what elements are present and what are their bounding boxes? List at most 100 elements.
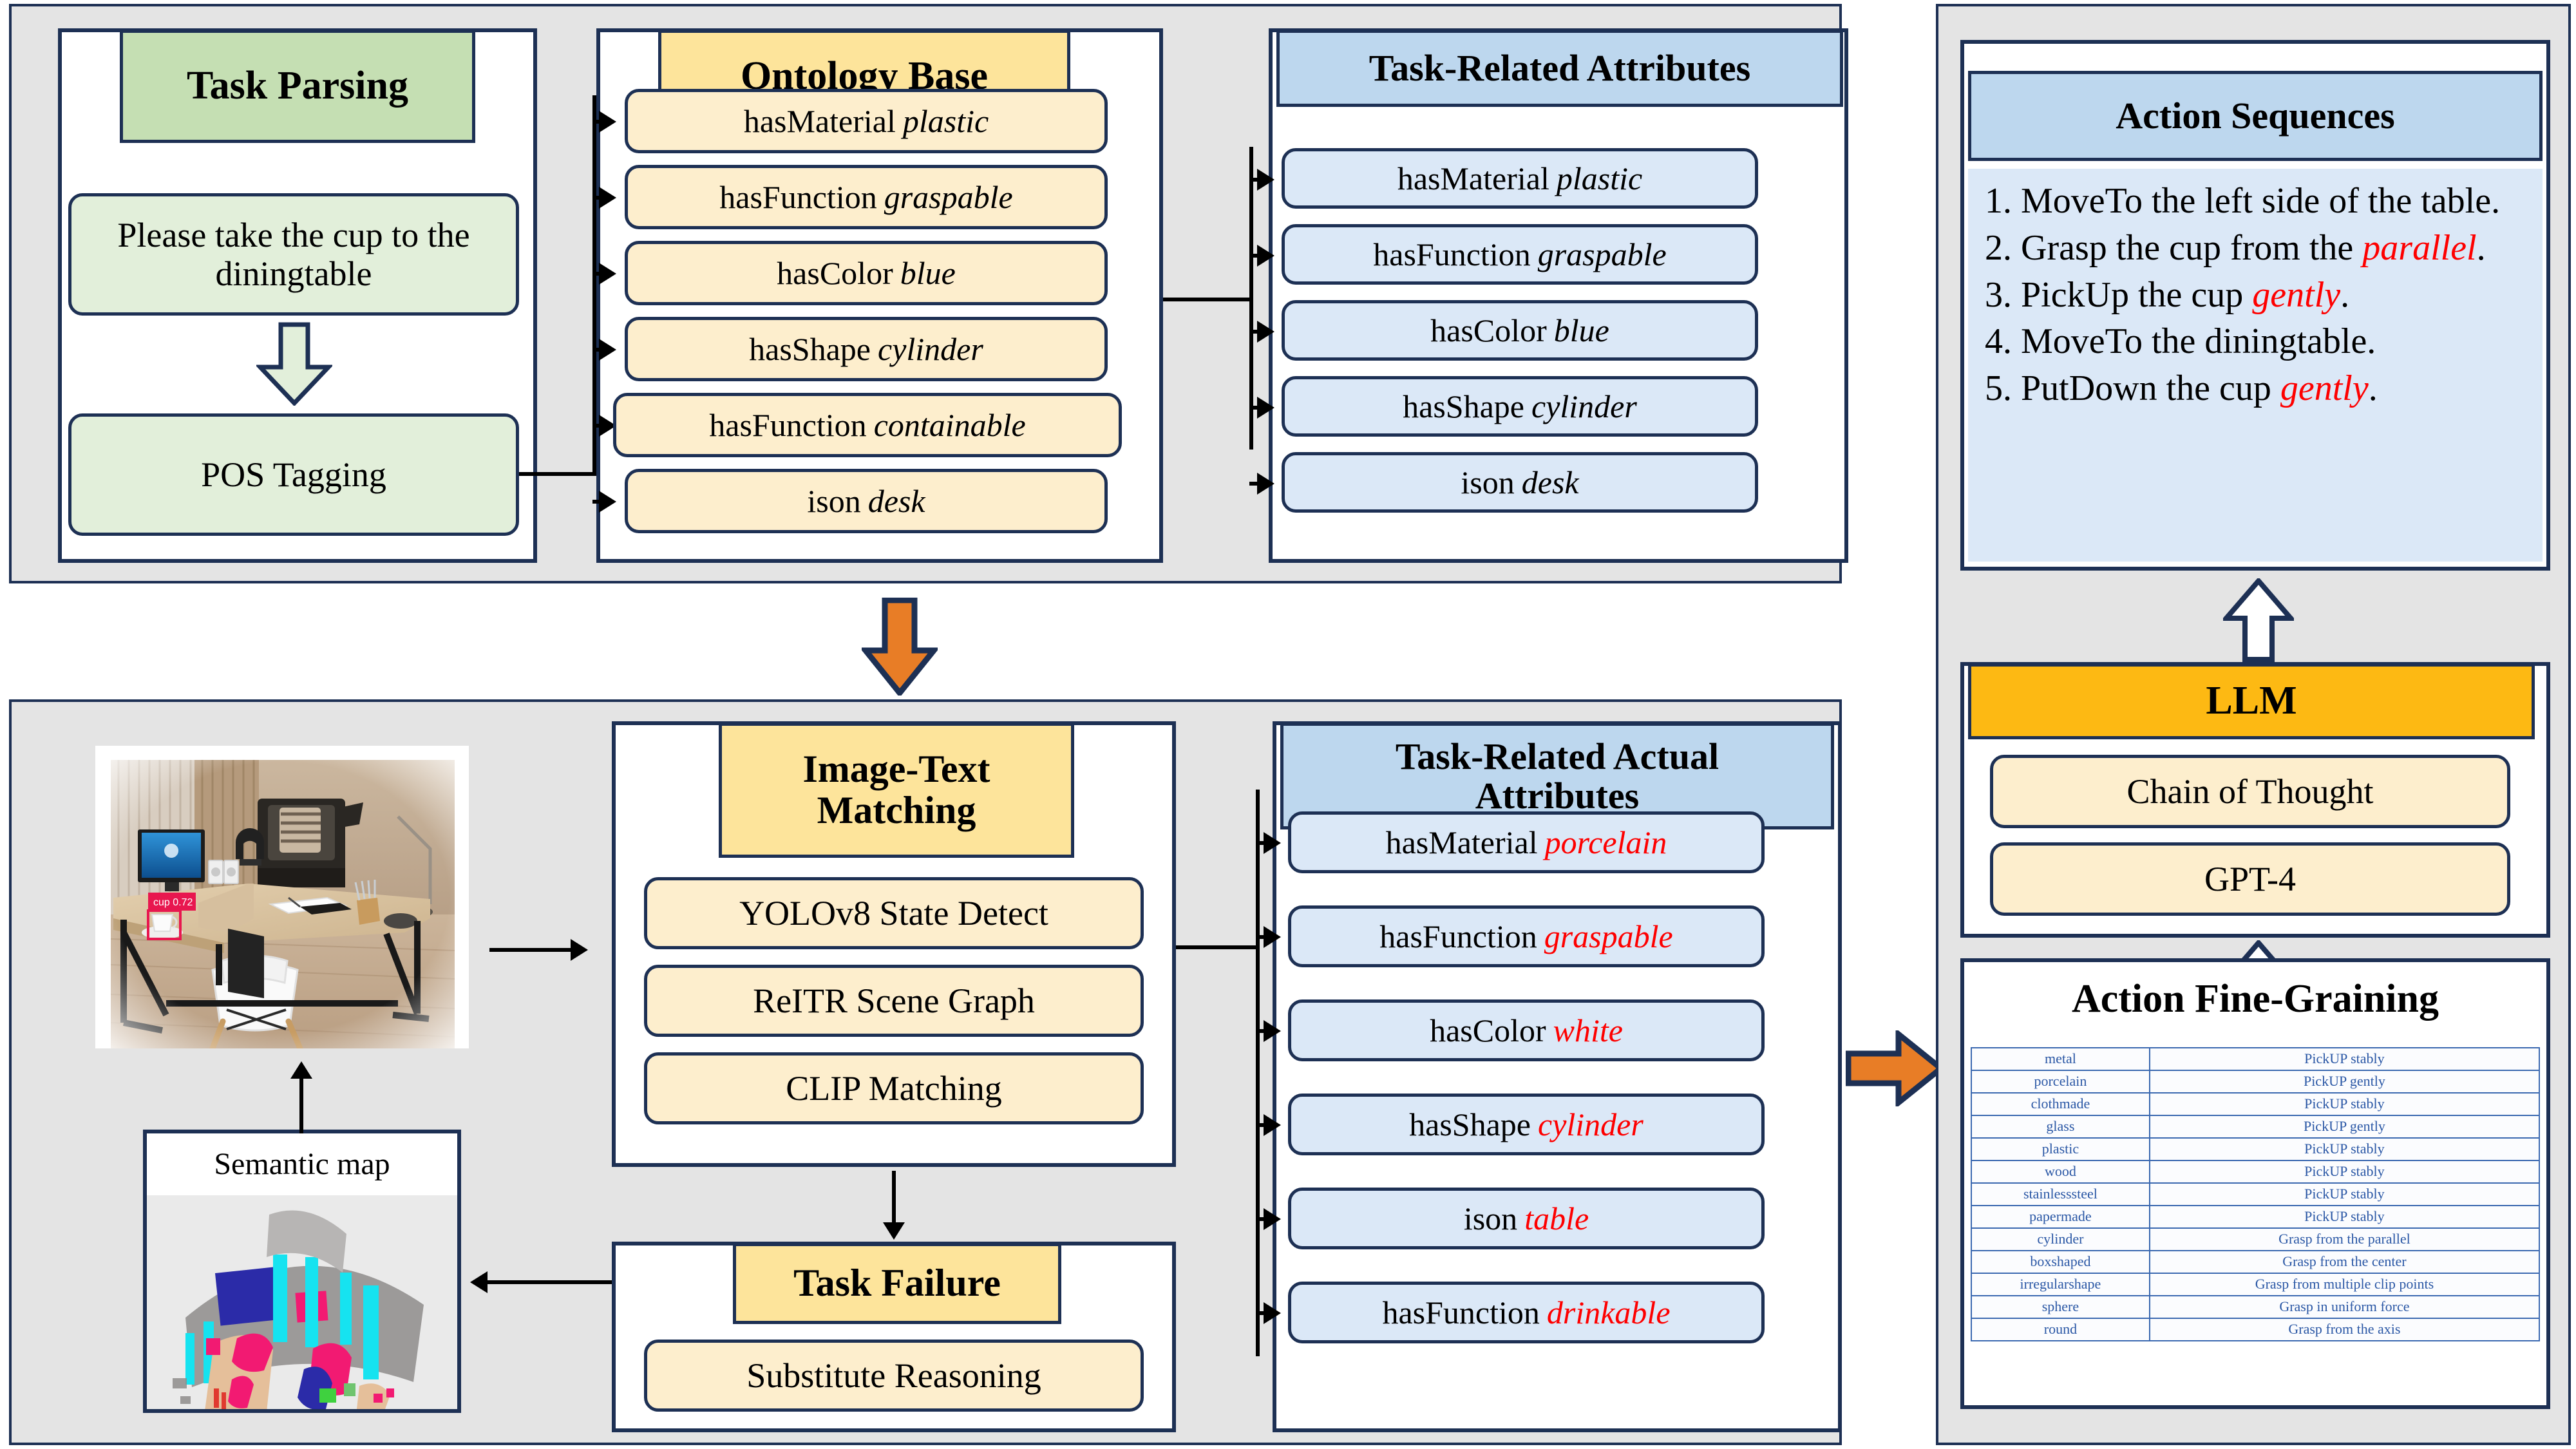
ontology-item-1-value: graspable (884, 179, 1013, 215)
action-step-0: 1. MoveTo the left side of the table. (1985, 178, 2530, 225)
fg-cell-action: PickUP stably (2148, 1047, 2541, 1071)
photo-to-itm-line (489, 948, 573, 952)
actual-attr-0-value: porcelain (1544, 824, 1667, 860)
fg-cell-action: Grasp from the center (2148, 1250, 2541, 1274)
arrow-traa-line-0 (1256, 841, 1271, 845)
arrow-traa-line-2 (1256, 1029, 1271, 1033)
smap-to-photo-line (299, 1077, 303, 1133)
action-step-1-number: 2. (1985, 227, 2012, 268)
scene-photo: cup 0.72 (95, 746, 469, 1048)
task-related-attr-3-value: cylinder (1531, 388, 1637, 424)
itm-to-failure-arrowhead (883, 1222, 905, 1240)
task-related-attr-1: hasFunction graspable (1282, 224, 1758, 285)
action-step-2: 3. PickUp the cup gently. (1985, 272, 2530, 319)
action-step-3-number: 4. (1985, 321, 2012, 362)
table-row: wood PickUP stably (1971, 1160, 2541, 1184)
semantic-map-box: Semantic map (143, 1130, 461, 1413)
fg-cell-attribute: stainlesssteel (1971, 1182, 2150, 1206)
table-row: sphere Grasp in uniform force (1971, 1295, 2541, 1319)
ontology-item-1-prop: hasFunction (719, 179, 877, 215)
table-row: plastic PickUP stably (1971, 1137, 2541, 1161)
task-related-attr-0-prop: hasMaterial (1397, 160, 1549, 196)
diagram-root: Task Parsing Please take the cup to the … (0, 0, 2576, 1449)
itm-item-1: ReITR Scene Graph (644, 965, 1144, 1037)
ontology-item-0: hasMaterial plastic (625, 89, 1108, 153)
ontology-item-5: ison desk (625, 469, 1108, 533)
fg-cell-action: PickUP stably (2148, 1137, 2541, 1161)
task-related-attr-4-value: desk (1521, 464, 1579, 500)
ontology-item-3: hasShape cylinder (625, 317, 1108, 381)
fg-cell-attribute: boxshaped (1971, 1250, 2150, 1274)
fine-graining-table-body: metal PickUP stably porcelain PickUP gen… (1971, 1047, 2541, 1341)
actual-attr-5-value: drinkable (1546, 1294, 1671, 1331)
itm-header-line-2: Matching (817, 789, 976, 831)
action-step-4-text: PutDown the cup (2021, 368, 2280, 409)
photo-to-itm-arrowhead (571, 939, 588, 961)
itm-header-line-1: Image-Text (802, 748, 990, 791)
semantic-map-image (147, 1195, 457, 1409)
actual-attr-1-value: graspable (1544, 918, 1673, 954)
arrow-tra-line-3 (1249, 406, 1265, 410)
action-step-0-number: 1. (1985, 181, 2012, 221)
fg-cell-action: Grasp from multiple clip points (2148, 1273, 2541, 1296)
arrow-tra-line-2 (1249, 330, 1265, 334)
task-related-attr-0-value: plastic (1556, 160, 1643, 196)
ontology-item-2-value: blue (900, 255, 956, 291)
ontology-item-4: hasFunction containable (613, 393, 1122, 457)
ontology-item-4-prop: hasFunction (709, 407, 867, 443)
semantic-map-title: Semantic map (214, 1147, 390, 1181)
failure-to-smap-line (487, 1280, 616, 1284)
table-row: irregularshape Grasp from multiple clip … (1971, 1273, 2541, 1296)
task-related-attr-4: ison desk (1282, 452, 1758, 513)
actual-attr-2: hasColor white (1288, 999, 1765, 1061)
fg-cell-attribute: metal (1971, 1047, 2150, 1071)
ontology-item-3-prop: hasShape (749, 331, 871, 367)
arrow-ontology-line-1 (592, 196, 607, 200)
ontology-item-2-prop: hasColor (777, 255, 893, 291)
arrow-ontology-line-4 (592, 424, 604, 428)
actual-attr-2-value: white (1553, 1012, 1623, 1048)
fg-cell-attribute: sphere (1971, 1295, 2150, 1319)
fg-cell-action: PickUP stably (2148, 1092, 2541, 1116)
task-parsing-header: Task Parsing (120, 30, 475, 143)
fg-cell-action: PickUP gently (2148, 1070, 2541, 1094)
ontology-item-5-prop: ison (807, 483, 861, 519)
fg-cell-attribute: wood (1971, 1160, 2150, 1184)
task-failure-header: Task Failure (733, 1243, 1061, 1324)
fg-cell-action: Grasp in uniform force (2148, 1295, 2541, 1319)
arrow-traa-line-4 (1256, 1217, 1271, 1221)
traa-header-line-1: Task-Related Actual (1395, 735, 1719, 777)
smap-to-photo-arrowhead (290, 1061, 312, 1079)
task-related-attr-4-prop: ison (1461, 464, 1515, 500)
fg-cell-action: PickUP gently (2148, 1115, 2541, 1139)
actual-attr-3-value: cylinder (1538, 1106, 1643, 1142)
fg-cell-action: Grasp from the parallel (2148, 1227, 2541, 1251)
action-step-3: 4. MoveTo the diningtable. (1985, 318, 2530, 365)
fg-cell-attribute: clothmade (1971, 1092, 2150, 1116)
action-step-0-text: MoveTo the left side of the table. (2021, 181, 2501, 221)
fg-cell-attribute: porcelain (1971, 1070, 2150, 1094)
table-row: boxshaped Grasp from the center (1971, 1250, 2541, 1274)
failure-to-smap-arrowhead (470, 1271, 488, 1293)
arrow-tra-line-1 (1249, 254, 1265, 258)
actual-attr-0: hasMaterial porcelain (1288, 811, 1765, 873)
action-step-4-emphasis: gently (2280, 368, 2369, 409)
image-text-matching-header: Image-Text Matching (719, 723, 1074, 858)
arrow-ontology-line-3 (592, 348, 607, 352)
task-related-attr-3-prop: hasShape (1403, 388, 1524, 424)
action-fine-graining-table: metal PickUP stably porcelain PickUP gen… (1971, 1047, 2541, 1341)
itm-to-actual-line (1176, 945, 1260, 949)
table-row: metal PickUP stably (1971, 1047, 2541, 1071)
arrow-ontology-line-0 (592, 120, 607, 124)
actual-attr-3: hasShape cylinder (1288, 1094, 1765, 1155)
task-related-attr-0: hasMaterial plastic (1282, 148, 1758, 209)
arrow-traa-line-3 (1256, 1123, 1271, 1127)
itm-item-2: CLIP Matching (644, 1052, 1144, 1124)
ontology-item-2: hasColor blue (625, 241, 1108, 305)
ontology-to-attrs-line (1163, 298, 1253, 301)
action-step-1-emphasis: parallel (2362, 227, 2477, 268)
fg-cell-action: PickUP stably (2148, 1182, 2541, 1206)
actual-attr-2-prop: hasColor (1430, 1012, 1546, 1048)
action-step-1-tail: . (2476, 227, 2486, 268)
traa-header-line-2: Attributes (1475, 775, 1640, 817)
